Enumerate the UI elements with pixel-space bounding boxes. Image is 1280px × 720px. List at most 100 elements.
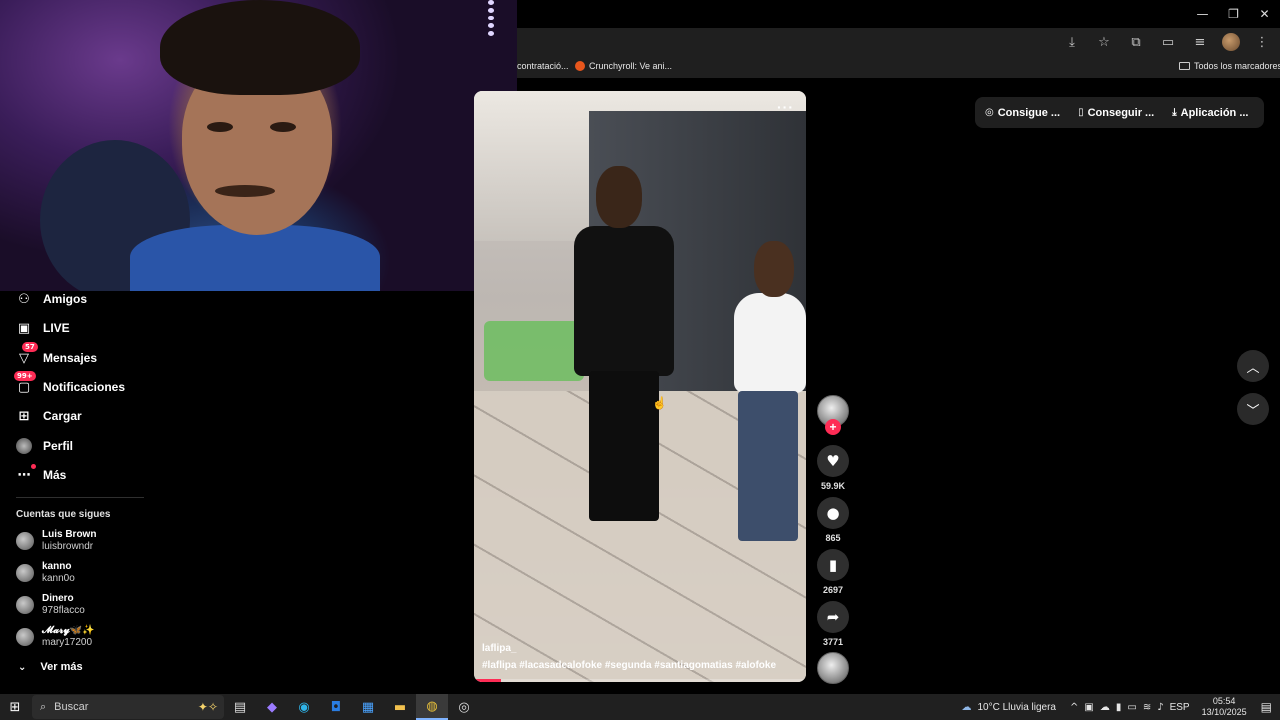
account-name: 𝓜𝓪𝓻𝔂🦋✨ xyxy=(42,625,95,636)
onedrive-icon[interactable]: ☁ xyxy=(1100,702,1110,713)
chrome-icon[interactable]: ◍ xyxy=(416,694,448,720)
coins-button[interactable]: ◎ Consigue ... xyxy=(985,107,1060,119)
account-username: kann0o xyxy=(42,573,75,584)
crunchyroll-icon xyxy=(575,61,585,71)
bookmark-label: Crunchyroll: Ve ani... xyxy=(589,61,673,71)
copilot-icon[interactable]: ◆ xyxy=(256,694,288,720)
follow-plus-icon[interactable]: + xyxy=(825,419,841,435)
notification-center-icon[interactable]: ▤ xyxy=(1261,700,1272,714)
sidebar-item-label: Amigos xyxy=(43,292,88,306)
video-hashtags[interactable]: #laflipa #lacasadealofoke #segunda #sant… xyxy=(482,660,776,671)
followed-account[interactable]: Luis Brown luisbrowndr xyxy=(16,529,96,553)
followed-account[interactable]: Dinero 978flacco xyxy=(16,593,85,617)
more-dot xyxy=(31,464,36,469)
download-icon: ⤓ xyxy=(1172,107,1177,118)
video-more-options-icon[interactable]: ··· xyxy=(777,99,794,115)
chevron-down-icon: ﹀ xyxy=(1246,403,1260,419)
previous-video-button[interactable]: ︿ xyxy=(1237,350,1269,382)
bookmark-crunchyroll[interactable]: Crunchyroll: Ve ani... xyxy=(575,61,672,71)
system-tray: ☁ 10°C Lluvia ligera ^ ▣ ☁ ▮ ▭ ≋ ♪ ESP 0… xyxy=(962,694,1280,720)
sidebar-item-upload[interactable]: ⊞ Cargar xyxy=(16,408,82,424)
outlook-icon[interactable]: ◘ xyxy=(320,694,352,720)
edge-icon[interactable]: ◉ xyxy=(288,694,320,720)
taskbar-search[interactable]: ⌕ Buscar ✦✧ xyxy=(32,695,224,719)
media-control-icon[interactable]: ≡ xyxy=(1190,32,1210,52)
sidebar: ⚇ Amigos ▣ LIVE ▽ 57 Mensajes ▢ 99+ Notifi… xyxy=(0,291,160,694)
file-explorer-icon[interactable]: ▬ xyxy=(384,694,416,720)
chevron-down-icon: ⌄ xyxy=(18,661,27,673)
messages-icon: ▽ 57 xyxy=(16,342,38,366)
webcam-lights xyxy=(488,0,496,36)
search-icon: ⌕ xyxy=(40,700,47,713)
account-name: kanno xyxy=(42,561,72,572)
bookmarks-folder[interactable]: Todos los marcadores xyxy=(1179,61,1280,71)
webcam-mouth xyxy=(215,185,275,197)
task-view-icon[interactable]: ▤ xyxy=(224,694,256,720)
bookmark-star-icon[interactable]: ☆ xyxy=(1094,32,1114,52)
sidebar-item-notifications[interactable]: ▢ 99+ Notificaciones xyxy=(14,371,126,395)
folder-icon xyxy=(1179,62,1190,70)
tray-app-icon[interactable]: ▣ xyxy=(1084,702,1093,713)
desktop-app-label: Aplicación ... xyxy=(1180,106,1249,119)
chevron-up-icon[interactable]: ^ xyxy=(1070,702,1078,713)
video-progress-bar[interactable] xyxy=(474,679,806,682)
minimize-button[interactable]: — xyxy=(1187,0,1218,28)
bookmark-label: Todos los marcadores xyxy=(1194,61,1280,71)
avatar xyxy=(16,532,34,550)
person-legs xyxy=(589,371,659,521)
avatar xyxy=(16,564,34,582)
account-username: luisbrowndr xyxy=(42,541,94,552)
install-app-icon[interactable]: ⤓ xyxy=(1062,32,1082,52)
sidebar-item-friends[interactable]: ⚇ Amigos xyxy=(16,291,87,307)
sparkle-icon: ✦✧ xyxy=(197,700,218,714)
music-disc-avatar[interactable] xyxy=(817,652,849,684)
browser-menu-icon[interactable]: ⋮ xyxy=(1252,32,1272,52)
get-app-label: Conseguir ... xyxy=(1087,106,1155,119)
browser-profile-avatar[interactable] xyxy=(1222,33,1240,51)
sidebar-item-more[interactable]: ⋯ Más xyxy=(16,464,66,483)
like-count: 59.9K xyxy=(820,481,846,491)
sidebar-item-label: Notificaciones xyxy=(43,380,126,394)
close-button[interactable]: ✕ xyxy=(1249,0,1280,28)
display-icon[interactable]: ▭ xyxy=(1127,702,1136,713)
webcam-hair xyxy=(160,0,360,95)
sidebar-item-profile[interactable]: Perfil xyxy=(16,438,73,454)
sidebar-item-live[interactable]: ▣ LIVE xyxy=(16,320,70,336)
like-heart-icon[interactable]: ♥ xyxy=(817,445,849,477)
volume-icon[interactable]: ♪ xyxy=(1157,702,1163,713)
comment-icon[interactable]: ● xyxy=(817,497,849,529)
live-icon: ▣ xyxy=(17,320,31,336)
next-video-button[interactable]: ﹀ xyxy=(1237,393,1269,425)
followed-account[interactable]: 𝓜𝓪𝓻𝔂🦋✨ mary17200 xyxy=(16,625,95,649)
clock[interactable]: 05:54 13/10/2025 xyxy=(1202,696,1247,718)
language-indicator[interactable]: ESP xyxy=(1170,702,1190,713)
bookmark-contratacion[interactable]: contratació... xyxy=(517,61,569,71)
coins-label: Consigue ... xyxy=(997,106,1061,119)
video-player[interactable]: ··· laflipa_ #laflipa #lacasadealofoke #… xyxy=(474,91,806,682)
account-name: Dinero xyxy=(42,593,74,604)
microphone-icon[interactable]: ▮ xyxy=(1116,702,1122,713)
more-icon: ⋯ xyxy=(16,464,36,483)
store-icon[interactable]: ▦ xyxy=(352,694,384,720)
wifi-icon[interactable]: ≋ xyxy=(1143,702,1151,713)
followed-account[interactable]: kanno kann0o xyxy=(16,561,75,585)
top-right-bar: ◎ Consigue ... ▯ Conseguir ... ⤓ Aplicac… xyxy=(975,97,1264,128)
cast-icon[interactable]: ▭ xyxy=(1158,32,1178,52)
sidebar-item-messages[interactable]: ▽ 57 Mensajes xyxy=(16,342,97,366)
obs-icon[interactable]: ◎ xyxy=(448,694,480,720)
weather-text[interactable]: 10°C Lluvia ligera xyxy=(978,702,1057,713)
bookmark-icon[interactable]: ▮ xyxy=(817,549,849,581)
toolbar-icons: ⤓ ☆ ⧉ ▭ ≡ ⋮ xyxy=(1062,32,1272,52)
share-icon[interactable]: ➦ xyxy=(817,601,849,633)
avatar xyxy=(16,628,34,646)
webcam-overlay xyxy=(0,0,517,291)
video-progress-fill xyxy=(474,679,501,682)
coin-icon: ◎ xyxy=(985,107,994,118)
get-app-button[interactable]: ▯ Conseguir ... xyxy=(1078,107,1154,119)
video-author[interactable]: laflipa_ xyxy=(482,643,516,654)
restore-button[interactable]: ❐ xyxy=(1218,0,1249,28)
desktop-app-button[interactable]: ⤓ Aplicación ... xyxy=(1172,107,1248,119)
see-more-button[interactable]: ⌄ Ver más xyxy=(18,661,83,673)
extensions-icon[interactable]: ⧉ xyxy=(1126,32,1146,52)
windows-start-icon[interactable]: ⊞ xyxy=(0,694,30,720)
